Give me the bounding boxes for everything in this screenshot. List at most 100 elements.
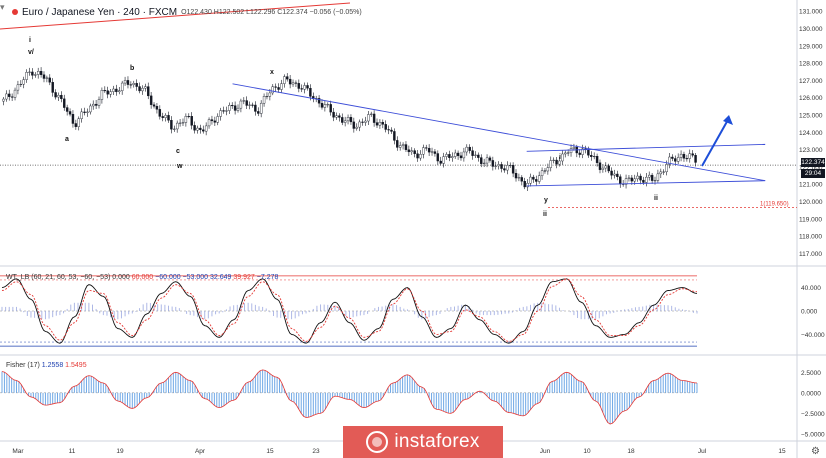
- candle-body[interactable]: [74, 123, 78, 127]
- candle-body[interactable]: [520, 177, 524, 182]
- candle-body[interactable]: [494, 165, 497, 167]
- candle-body[interactable]: [488, 157, 492, 161]
- candle-body[interactable]: [442, 156, 445, 164]
- candle-body[interactable]: [561, 153, 564, 162]
- candle-body[interactable]: [477, 154, 480, 158]
- candle-body[interactable]: [248, 104, 251, 106]
- candle-body[interactable]: [86, 111, 89, 113]
- candle-body[interactable]: [372, 113, 376, 123]
- candle-body[interactable]: [115, 88, 118, 93]
- candle-body[interactable]: [598, 162, 602, 170]
- candle-body[interactable]: [364, 120, 367, 123]
- candle-body[interactable]: [546, 167, 550, 172]
- candle-body[interactable]: [199, 127, 202, 130]
- candle-body[interactable]: [190, 116, 193, 126]
- candle-body[interactable]: [341, 117, 344, 123]
- candle-body[interactable]: [694, 155, 697, 163]
- candle-body[interactable]: [393, 131, 396, 141]
- candle-body[interactable]: [416, 153, 419, 159]
- candle-body[interactable]: [132, 83, 135, 85]
- candle-body[interactable]: [202, 129, 205, 132]
- candle-body[interactable]: [566, 152, 570, 154]
- candle-body[interactable]: [587, 149, 590, 156]
- candle-body[interactable]: [433, 151, 437, 154]
- candle-body[interactable]: [63, 98, 66, 108]
- candle-body[interactable]: [170, 120, 173, 130]
- candle-body[interactable]: [297, 83, 301, 89]
- candle-body[interactable]: [83, 111, 86, 113]
- candle-body[interactable]: [335, 115, 338, 118]
- candle-body[interactable]: [451, 156, 454, 158]
- candle-body[interactable]: [22, 79, 25, 85]
- candle-body[interactable]: [410, 150, 413, 153]
- candle-body[interactable]: [607, 165, 610, 172]
- candle-body[interactable]: [537, 175, 541, 182]
- candle-body[interactable]: [540, 170, 544, 176]
- candle-body[interactable]: [178, 122, 182, 124]
- candle-body[interactable]: [118, 90, 121, 93]
- candle-body[interactable]: [31, 71, 34, 76]
- candle-body[interactable]: [343, 120, 347, 123]
- candle-body[interactable]: [242, 100, 246, 102]
- candle-body[interactable]: [552, 159, 555, 161]
- candle-body[interactable]: [207, 119, 211, 127]
- candle-body[interactable]: [491, 160, 495, 167]
- candle-body[interactable]: [257, 111, 260, 114]
- candle-body[interactable]: [8, 93, 11, 97]
- candle-body[interactable]: [161, 116, 164, 118]
- candle-body[interactable]: [89, 105, 92, 113]
- projection-arrowhead[interactable]: [723, 115, 733, 125]
- candle-body[interactable]: [650, 174, 654, 181]
- candle-body[interactable]: [413, 150, 416, 154]
- candle-body[interactable]: [80, 111, 83, 119]
- candle-body[interactable]: [419, 154, 422, 159]
- candle-body[interactable]: [42, 74, 46, 79]
- candle-body[interactable]: [430, 151, 434, 153]
- candle-body[interactable]: [92, 103, 95, 107]
- candle-body[interactable]: [120, 82, 124, 91]
- candle-body[interactable]: [326, 104, 329, 106]
- candle-body[interactable]: [361, 121, 364, 123]
- candle-body[interactable]: [45, 77, 49, 79]
- candle-body[interactable]: [682, 153, 686, 159]
- candle-body[interactable]: [485, 157, 489, 164]
- candle-body[interactable]: [2, 98, 5, 102]
- candle-body[interactable]: [453, 152, 457, 157]
- wt2-line[interactable]: [1, 278, 698, 342]
- candle-body[interactable]: [109, 91, 112, 95]
- candle-body[interactable]: [613, 173, 616, 176]
- symbol-title[interactable]: Euro / Japanese Yen · 240 · FXCM: [22, 7, 177, 18]
- candle-body[interactable]: [462, 151, 466, 159]
- candle-body[interactable]: [225, 110, 228, 112]
- candle-body[interactable]: [497, 164, 500, 167]
- candle-body[interactable]: [323, 104, 327, 108]
- candle-body[interactable]: [288, 78, 292, 85]
- candle-body[interactable]: [480, 157, 483, 164]
- candle-body[interactable]: [65, 107, 69, 112]
- candle-body[interactable]: [630, 177, 634, 182]
- candle-body[interactable]: [158, 109, 162, 117]
- candle-body[interactable]: [503, 168, 506, 171]
- fisher-panel[interactable]: [0, 369, 698, 425]
- candle-body[interactable]: [193, 125, 196, 131]
- candle-body[interactable]: [535, 179, 538, 182]
- candle-body[interactable]: [427, 147, 431, 153]
- candle-body[interactable]: [367, 114, 370, 122]
- candle-body[interactable]: [60, 94, 63, 100]
- candle-body[interactable]: [691, 153, 694, 156]
- candle-body[interactable]: [509, 165, 512, 167]
- candle-body[interactable]: [300, 88, 303, 90]
- candle-body[interactable]: [103, 90, 107, 92]
- settings-gear-icon[interactable]: ⚙: [811, 446, 820, 457]
- candle-body[interactable]: [126, 80, 130, 85]
- candle-body[interactable]: [54, 92, 57, 98]
- candle-body[interactable]: [231, 105, 234, 107]
- candle-body[interactable]: [233, 105, 237, 111]
- candle-body[interactable]: [384, 124, 387, 130]
- candle-body[interactable]: [123, 80, 127, 84]
- candle-body[interactable]: [517, 177, 521, 179]
- candle-body[interactable]: [639, 175, 642, 181]
- candle-body[interactable]: [390, 129, 393, 132]
- candle-body[interactable]: [679, 153, 683, 158]
- candle-body[interactable]: [514, 173, 518, 179]
